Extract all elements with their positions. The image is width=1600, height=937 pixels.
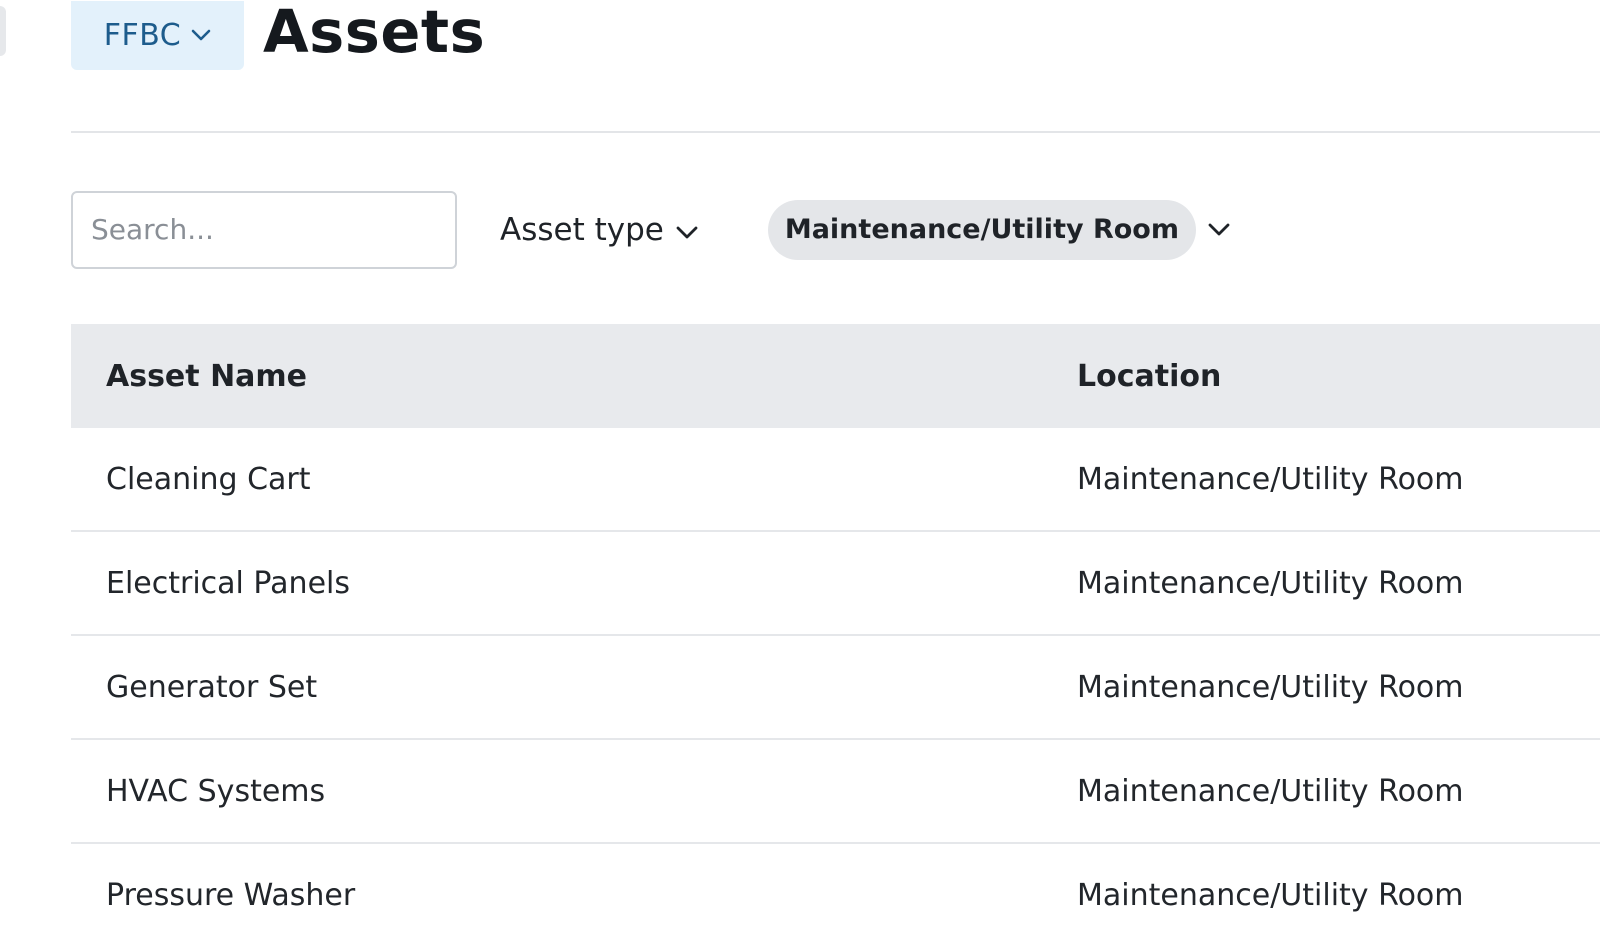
column-header-location[interactable]: Location <box>1077 359 1600 394</box>
table-row[interactable]: Generator Set Maintenance/Utility Room <box>71 636 1600 740</box>
filter-bar: Asset type Maintenance/Utility Room <box>71 190 1600 269</box>
asset-name-cell: HVAC Systems <box>106 773 326 809</box>
location-filter: Maintenance/Utility Room <box>767 199 1230 260</box>
page-title: Assets <box>263 0 486 66</box>
table-row[interactable]: HVAC Systems Maintenance/Utility Room <box>71 740 1600 844</box>
asset-name-cell: Generator Set <box>106 669 318 705</box>
location-filter-chip[interactable]: Maintenance/Utility Room <box>767 199 1196 260</box>
asset-name-cell: Pressure Washer <box>106 877 356 913</box>
org-switcher-button[interactable]: FFBC <box>71 0 244 70</box>
table-row[interactable]: Cleaning Cart Maintenance/Utility Room <box>71 428 1600 532</box>
table-row[interactable]: Pressure Washer Maintenance/Utility Room <box>71 844 1600 937</box>
header-divider <box>71 131 1600 133</box>
org-label: FFBC <box>103 17 182 53</box>
column-header-asset-name[interactable]: Asset Name <box>71 359 1077 394</box>
collapsed-sidebar-edge[interactable] <box>0 6 6 56</box>
page-header: FFBC Assets <box>71 0 1600 70</box>
asset-name-cell: Cleaning Cart <box>106 461 311 497</box>
location-cell: Maintenance/Utility Room <box>1077 773 1464 809</box>
location-cell: Maintenance/Utility Room <box>1077 877 1464 913</box>
chevron-down-icon[interactable] <box>1208 223 1230 237</box>
location-cell: Maintenance/Utility Room <box>1077 461 1464 497</box>
assets-page: FFBC Assets Asset type Maintenance/Utili… <box>0 0 1600 937</box>
chevron-down-icon <box>191 29 211 41</box>
asset-type-label: Asset type <box>500 211 664 248</box>
location-cell: Maintenance/Utility Room <box>1077 565 1464 601</box>
assets-table: Asset Name Location Cleaning Cart Mainte… <box>71 324 1600 937</box>
asset-name-cell: Electrical Panels <box>106 565 350 601</box>
table-row[interactable]: Electrical Panels Maintenance/Utility Ro… <box>71 532 1600 636</box>
table-header-row: Asset Name Location <box>71 324 1600 428</box>
location-cell: Maintenance/Utility Room <box>1077 669 1464 705</box>
chevron-down-icon <box>676 212 698 248</box>
search-input[interactable] <box>71 190 457 269</box>
asset-type-dropdown[interactable]: Asset type <box>500 212 698 248</box>
